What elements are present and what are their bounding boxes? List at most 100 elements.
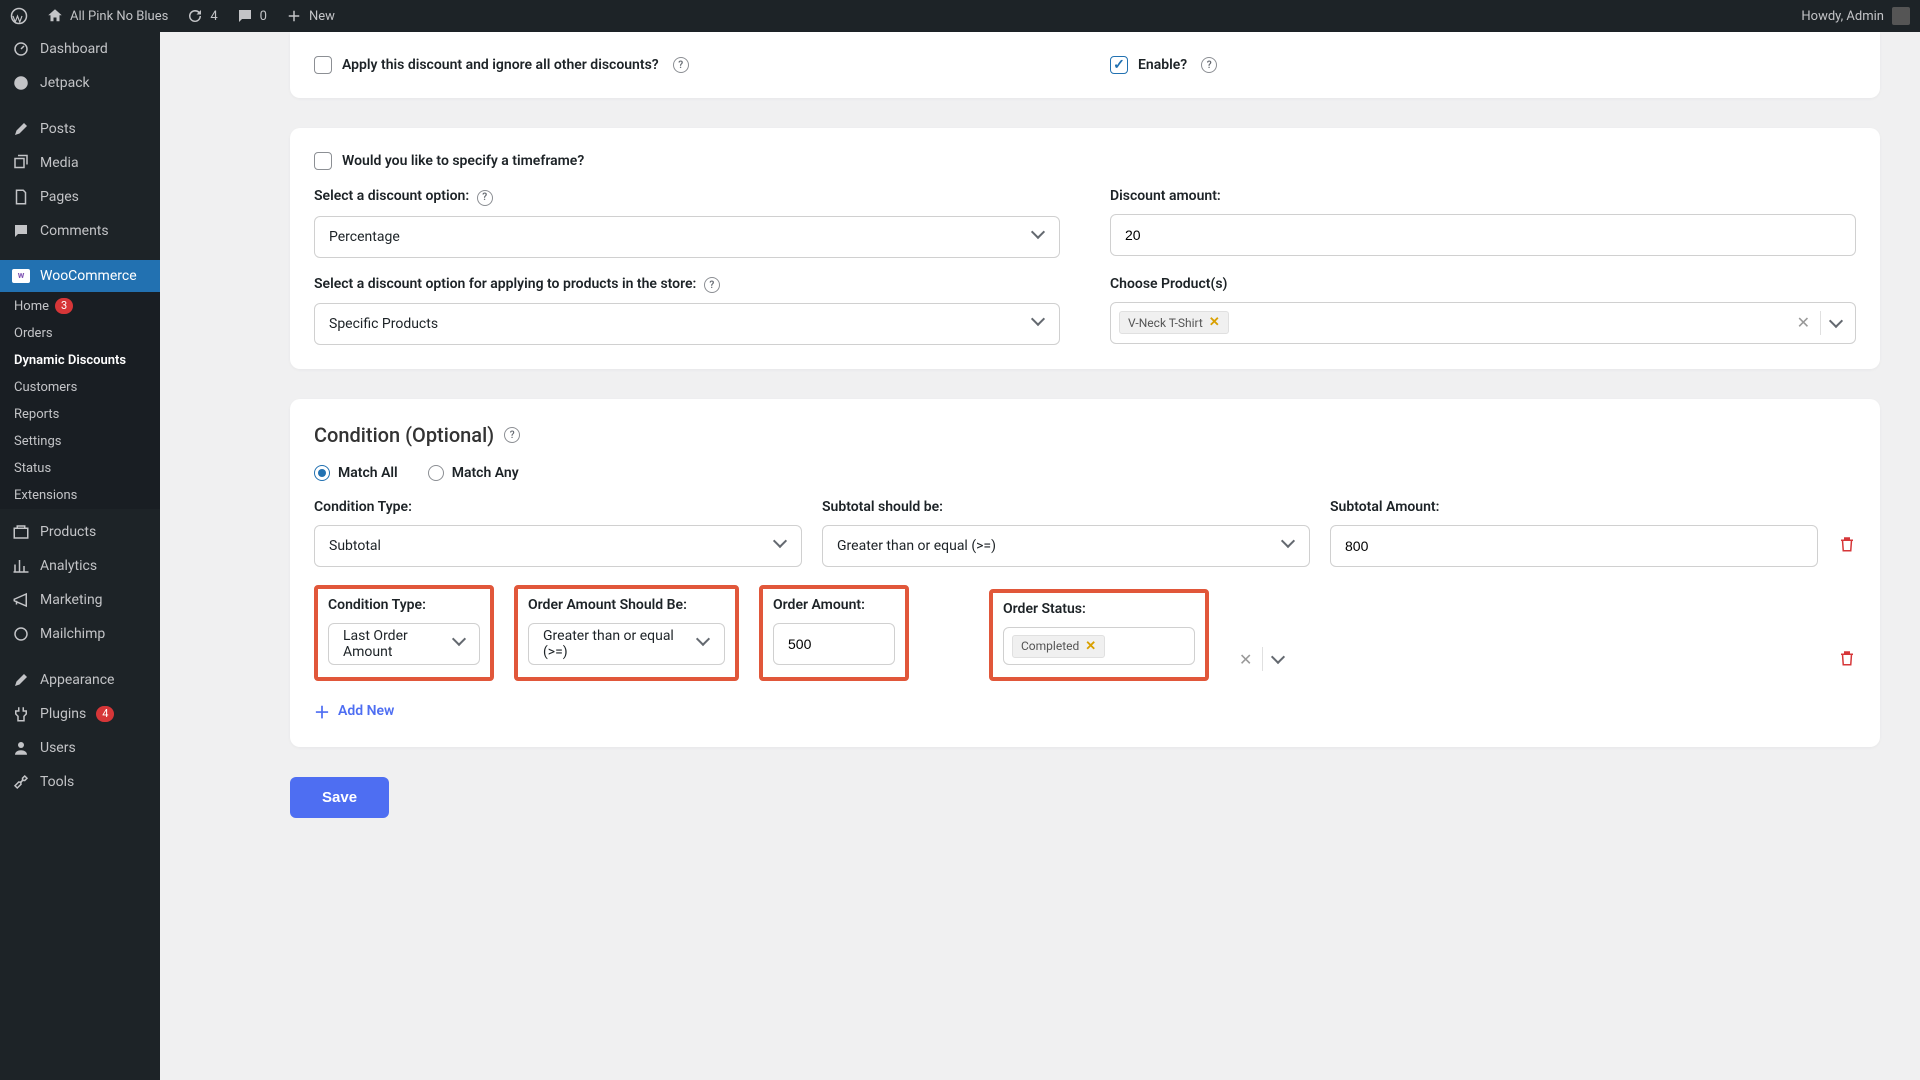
updates-link[interactable]: 4 [186,7,217,25]
chevron-down-icon [1033,231,1045,243]
clear-icon[interactable]: ✕ [1229,650,1262,669]
clear-icon[interactable]: ✕ [1787,313,1820,332]
chevron-down-icon [698,638,710,650]
match-all-radio[interactable]: Match All [314,465,398,481]
enable-checkbox[interactable] [1110,56,1128,74]
submenu-customers[interactable]: Customers [0,374,160,401]
tag-label: V-Neck T-Shirt [1128,316,1203,330]
submenu-label: Home [14,299,49,314]
menu-woocommerce[interactable]: wWooCommerce [0,260,160,292]
plus-icon: ＋ [314,699,330,723]
badge: 4 [96,706,114,722]
menu-label: Dashboard [40,41,108,57]
select-value: Subtotal [329,538,381,554]
menu-label: Comments [40,223,109,239]
menu-appearance[interactable]: Appearance [0,663,160,697]
new-label: New [309,9,335,24]
select-value: Percentage [329,229,400,245]
condition-title: Condition (Optional)? [314,423,1856,447]
delete-row-button[interactable] [1838,535,1856,567]
submenu-extensions[interactable]: Extensions [0,482,160,509]
menu-label: Media [40,155,79,171]
menu-posts[interactable]: Posts [0,112,160,146]
cond-type-select[interactable]: Last Order Amount [328,623,480,665]
help-icon[interactable]: ? [1201,57,1217,73]
highlight-box: Order Amount Should Be: Greater than or … [514,585,739,681]
menu-label: Plugins [40,706,86,722]
chevron-down-icon[interactable] [1263,656,1293,662]
chevron-down-icon [454,638,465,650]
discount-amount-input[interactable] [1110,214,1856,256]
chevron-down-icon [1283,540,1295,552]
choose-products-label: Choose Product(s) [1110,276,1856,292]
condition-panel: Condition (Optional)? Match All Match An… [290,399,1880,747]
discount-option-select[interactable]: Percentage [314,216,1060,258]
help-icon[interactable]: ? [673,57,689,73]
cond-amount-field[interactable] [788,636,880,652]
submenu-orders[interactable]: Orders [0,320,160,347]
radio-text: Match All [338,465,398,481]
menu-pages[interactable]: Pages [0,180,160,214]
cond-amount-input[interactable] [773,623,895,665]
menu-products[interactable]: Products [0,515,160,549]
comments-count: 0 [260,9,267,24]
tag-label: Completed [1021,639,1079,653]
highlight-box: Order Amount: [759,585,909,681]
updates-count: 4 [210,9,217,24]
menu-media[interactable]: Media [0,146,160,180]
discount-amount-field[interactable] [1125,227,1841,243]
choose-products-multiselect[interactable]: V-Neck T-Shirt ✕ ✕ [1110,302,1856,344]
chevron-down-icon [1033,318,1045,330]
menu-label: Appearance [40,672,114,688]
menu-plugins[interactable]: Plugins 4 [0,697,160,731]
order-status-multiselect[interactable]: Completed ✕ [1003,627,1195,665]
delete-row-button[interactable] [1838,649,1856,681]
cond-type-label: Condition Type: [314,499,802,515]
submenu-reports[interactable]: Reports [0,401,160,428]
account-menu[interactable]: Howdy, Admin [1801,7,1910,25]
submenu-status[interactable]: Status [0,455,160,482]
site-link[interactable]: All Pink No Blues [46,7,168,25]
menu-analytics[interactable]: Analytics [0,549,160,583]
submenu-dynamic-discounts[interactable]: Dynamic Discounts [0,347,160,374]
cond-amount-field[interactable] [1345,538,1803,554]
help-icon[interactable]: ? [704,277,720,293]
submenu-home[interactable]: Home3 [0,292,160,320]
apply-ignore-checkbox[interactable] [314,56,332,74]
chevron-down-icon[interactable] [1821,320,1851,326]
tag-remove-icon[interactable]: ✕ [1209,315,1220,330]
help-icon[interactable]: ? [504,427,520,443]
cond-should-select[interactable]: Greater than or equal (>=) [822,525,1310,567]
menu-comments[interactable]: Comments [0,214,160,248]
menu-mailchimp[interactable]: Mailchimp [0,617,160,651]
new-link[interactable]: New [285,7,335,25]
add-new-button[interactable]: ＋Add New [314,699,1856,723]
menu-label: WooCommerce [40,268,137,284]
highlight-box: Condition Type: Last Order Amount [314,585,494,681]
menu-users[interactable]: Users [0,731,160,765]
menu-marketing[interactable]: Marketing [0,583,160,617]
timeframe-checkbox[interactable] [314,152,332,170]
submenu-settings[interactable]: Settings [0,428,160,455]
menu-dashboard[interactable]: Dashboard [0,32,160,66]
woo-submenu: Home3 Orders Dynamic Discounts Customers… [0,292,160,509]
apply-option-select[interactable]: Specific Products [314,303,1060,345]
help-icon[interactable]: ? [477,190,493,206]
menu-jetpack[interactable]: Jetpack [0,66,160,100]
status-tag: Completed ✕ [1012,635,1105,658]
save-button[interactable]: Save [290,777,389,818]
match-any-radio[interactable]: Match Any [428,465,519,481]
cond-should-select[interactable]: Greater than or equal (>=) [528,623,725,665]
content-area: Apply this discount and ignore all other… [160,32,1920,1080]
cond-should-label: Order Amount Should Be: [528,597,725,613]
menu-tools[interactable]: Tools [0,765,160,799]
comments-link[interactable]: 0 [236,7,267,25]
cond-type-select[interactable]: Subtotal [314,525,802,567]
site-name: All Pink No Blues [70,9,168,24]
cond-amount-label: Order Amount: [773,597,895,613]
tag-remove-icon[interactable]: ✕ [1085,639,1096,654]
cond-amount-input[interactable] [1330,525,1818,567]
cond-type-label: Condition Type: [328,597,480,613]
wp-logo[interactable] [10,7,28,25]
select-value: Greater than or equal (>=) [837,538,996,554]
